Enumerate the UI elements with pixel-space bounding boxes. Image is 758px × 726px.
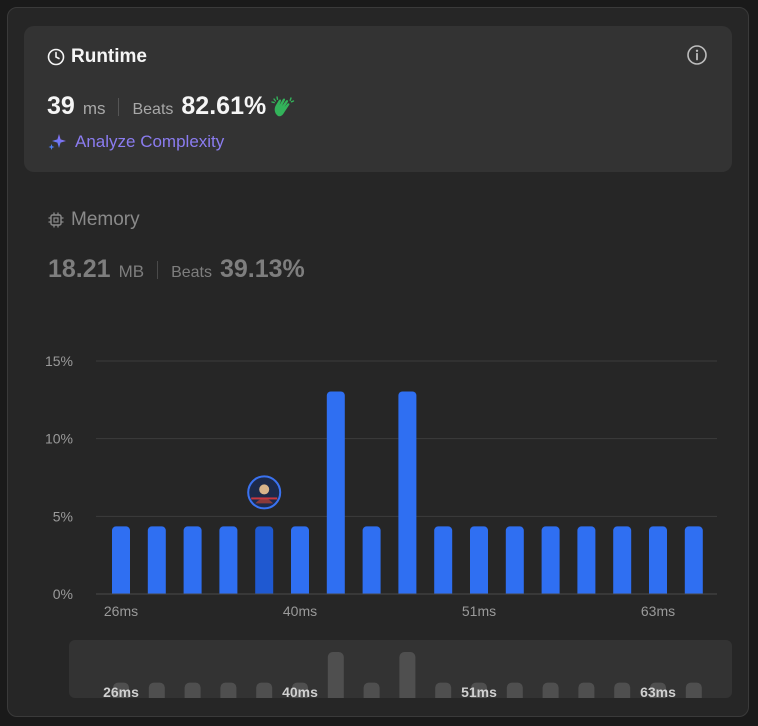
chart-bar — [398, 391, 417, 598]
chart-bar — [219, 526, 238, 598]
sparkle-icon — [48, 134, 66, 150]
runtime-value: 39 — [47, 92, 75, 120]
mini-bar — [685, 682, 702, 698]
clock-icon — [47, 48, 65, 66]
memory-title-label: Memory — [71, 209, 140, 230]
runtime-unit: ms — [82, 99, 106, 118]
y-tick-label: 15% — [45, 353, 73, 369]
chart-bar — [684, 526, 703, 598]
memory-value: 18.21 — [48, 255, 111, 283]
clapping-hands-icon — [271, 95, 295, 116]
mini-bar — [184, 682, 201, 698]
chart-bar — [112, 526, 130, 598]
chart-bar — [505, 526, 524, 598]
memory-unit: MB — [118, 262, 145, 281]
chart-bar — [577, 526, 596, 598]
memory-beats-label: Beats — [171, 264, 212, 281]
chart-bar — [147, 526, 166, 598]
mini-bar — [363, 682, 380, 698]
info-icon[interactable] — [686, 44, 708, 66]
y-tick-label: 5% — [53, 508, 73, 524]
chart-bar — [183, 526, 202, 598]
baseline-mask — [96, 594, 717, 600]
x-tick-label: 51ms — [462, 603, 496, 619]
runtime-distribution-chart: 0% 5% 10% 15% 26ms 40ms 51ms 63ms — [45, 353, 717, 619]
memory-beats-value: 39.13% — [219, 255, 305, 283]
mini-bar — [148, 682, 165, 698]
x-tick-label: 40ms — [283, 603, 317, 619]
chart-bar — [613, 526, 632, 598]
runtime-stats: 39 ms Beats 82.61% — [47, 92, 295, 121]
chart-bar — [649, 526, 667, 598]
runtime-card: Runtime 39 ms Beats 82.61% Analyze Compl… — [24, 26, 732, 172]
chart-bar — [326, 391, 345, 598]
mini-x-tick-label: 26ms — [103, 684, 139, 698]
mini-bar — [220, 682, 237, 698]
avatar-face — [259, 484, 270, 495]
memory-stats: 18.21 MB Beats 39.13% — [48, 255, 305, 284]
user-avatar-marker — [247, 475, 282, 510]
y-tick-label: 10% — [45, 431, 73, 447]
mini-bar — [542, 682, 559, 698]
runtime-beats-value: 82.61% — [181, 92, 267, 120]
chip-icon — [48, 212, 64, 228]
analyze-complexity-link[interactable]: Analyze Complexity — [47, 132, 224, 152]
mini-bar — [256, 682, 273, 698]
x-tick-label: 63ms — [641, 603, 675, 619]
analyze-complexity-label: Analyze Complexity — [75, 132, 225, 151]
mini-distribution-chart: 26ms 40ms 51ms 63ms — [103, 652, 702, 698]
avatar-stripe — [251, 497, 278, 500]
chart-bar — [291, 526, 309, 598]
memory-tab[interactable]: Memory — [47, 209, 140, 231]
chart-bar — [541, 526, 560, 598]
mini-bar — [435, 682, 452, 698]
mini-x-tick-label: 63ms — [640, 684, 676, 698]
mini-bar — [578, 682, 595, 698]
mini-bar — [399, 652, 416, 698]
mini-x-tick-label: 40ms — [282, 684, 318, 698]
runtime-beats-label: Beats — [132, 101, 174, 118]
mini-x-tick-label: 51ms — [461, 684, 497, 698]
chart-bar — [434, 526, 453, 598]
divider — [118, 97, 120, 116]
mini-bar — [614, 682, 631, 698]
divider — [157, 260, 159, 279]
mini-bar — [506, 682, 523, 698]
chart-range-scrubber[interactable]: 26ms 40ms 51ms 63ms — [69, 640, 732, 698]
mini-bar — [327, 652, 344, 698]
runtime-title: Runtime — [47, 46, 147, 68]
chart-bar — [362, 526, 381, 598]
chart-bar — [470, 526, 488, 598]
x-tick-label: 26ms — [104, 603, 138, 619]
runtime-title-label: Runtime — [71, 46, 147, 67]
y-tick-label: 0% — [53, 586, 73, 602]
chart-bar-selected — [255, 526, 274, 598]
